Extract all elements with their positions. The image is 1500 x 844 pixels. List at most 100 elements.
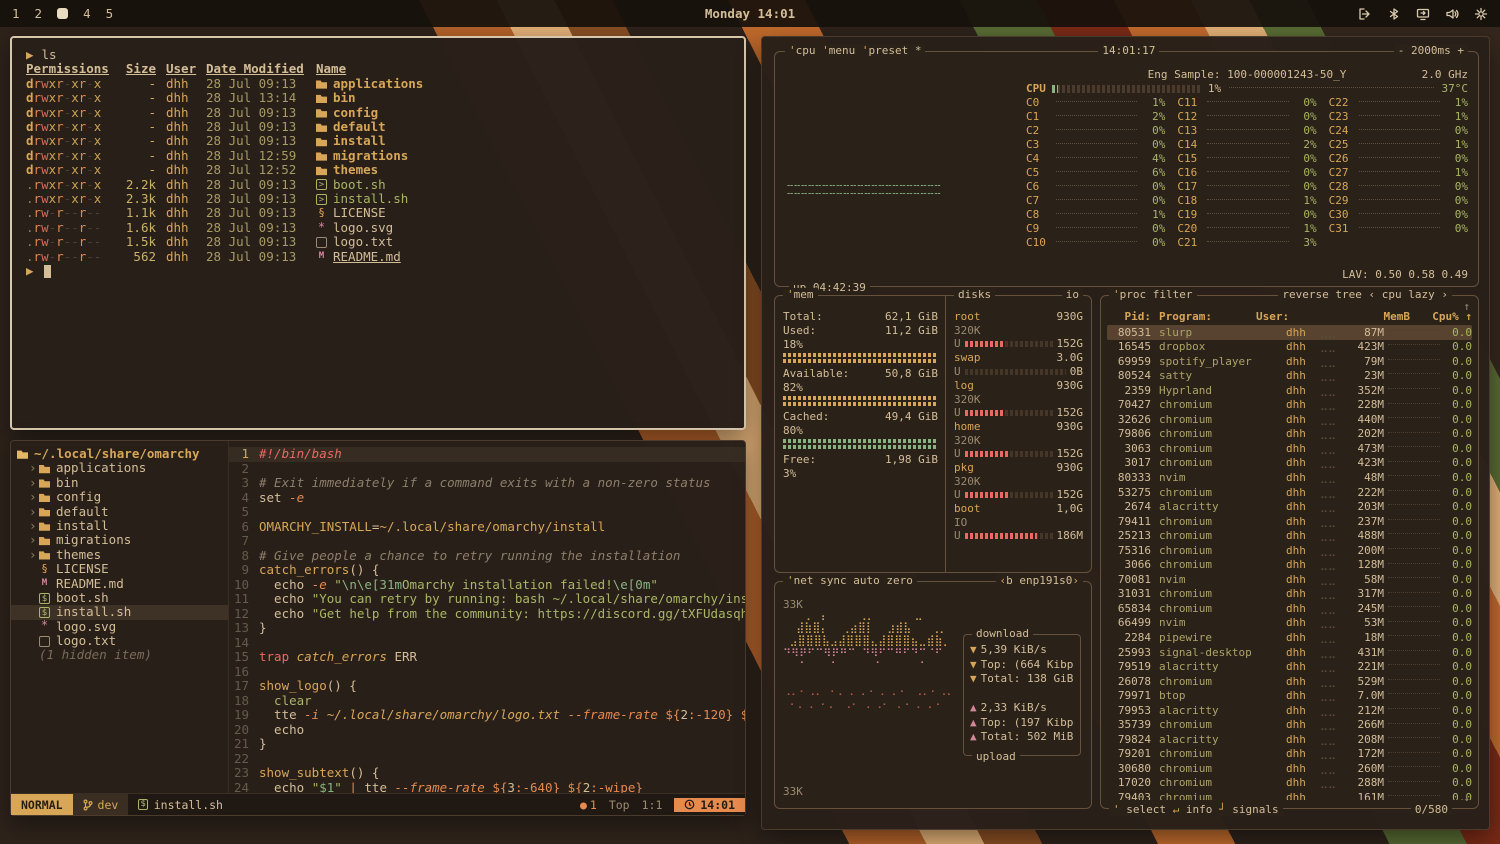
process-row[interactable]: 17020chromiumdhh⣀⣀288M0.0 (1107, 776, 1472, 791)
process-row[interactable]: 32626chromiumdhh⣀⣀440M0.0 (1107, 412, 1472, 427)
process-row[interactable]: 31031chromiumdhh⣀⣀317M0.0 (1107, 587, 1472, 602)
process-row[interactable]: 25993signal-desktopdhh⣀⣀431M0.0 (1107, 645, 1472, 660)
tree-item[interactable]: ›applications (11, 461, 228, 475)
process-row[interactable]: 3063chromiumdhh⣀⣀473M0.0 (1107, 441, 1472, 456)
screen-share-icon[interactable] (1415, 6, 1430, 21)
net-menu-sync[interactable]: sync (820, 574, 853, 587)
workspace-4[interactable]: 4 (83, 6, 91, 21)
clock: Monday 14:01 (0, 6, 1500, 21)
process-row[interactable]: 80531slurpdhh⣀⣀87M0.0 (1107, 325, 1472, 340)
terminal-window[interactable]: ▶lsPermissionsSizeUserDate ModifiedNamed… (10, 36, 746, 430)
volume-icon[interactable] (1444, 6, 1459, 21)
process-table-header[interactable]: Pid:Program:User:MemBCpu% ↑ (1107, 310, 1472, 325)
file-name[interactable]: config (333, 106, 378, 120)
cpu-time: 14:01:17 (1098, 44, 1159, 58)
workspace-2[interactable]: 2 (35, 6, 43, 21)
proc-hint-signals[interactable]: ┘ signals (1219, 803, 1279, 816)
proc-hint-select[interactable]: ' select (1113, 803, 1173, 816)
tree-item[interactable]: ›bin (11, 476, 228, 490)
process-row[interactable]: 2674alacrittydhh⣀⣀203M0.0 (1107, 500, 1472, 515)
file-name[interactable]: themes (333, 163, 378, 177)
core-c23: C231% (1329, 110, 1468, 124)
process-row[interactable]: 75316chromiumdhh⣀⣀200M0.0 (1107, 543, 1472, 558)
workspace-1[interactable]: 1 (12, 6, 20, 21)
scroll-up-arrow[interactable]: ↑ (1463, 300, 1470, 314)
workspace-5[interactable]: 5 (106, 6, 114, 21)
process-row[interactable]: 66499nvimdhh⣀⣀53M0.0 (1107, 616, 1472, 631)
process-row[interactable]: 30680chromiumdhh⣀⣀260M0.0 (1107, 761, 1472, 776)
process-row[interactable]: 79403chromiumdhh⣀⣀161M0.0 (1107, 791, 1472, 801)
file-name[interactable]: boot.sh (333, 178, 386, 192)
net-menu-zero[interactable]: zero (886, 574, 913, 587)
process-row[interactable]: 2359Hyprlanddhh⣀⣀352M0.0 (1107, 383, 1472, 398)
core-grid: C01%C12%C20%C30%C44%C56%C60%C70%C81%C90%… (1026, 96, 1468, 268)
tree-item[interactable]: ›themes (11, 548, 228, 562)
process-row[interactable]: 79519alacrittydhh⣀⣀221M0.0 (1107, 660, 1472, 675)
file-name[interactable]: default (333, 120, 386, 134)
process-row[interactable]: 80524sattydhh⣀⣀23M0.0 (1107, 369, 1472, 384)
process-row[interactable]: 16545dropboxdhh⣀⣀423M0.0 (1107, 340, 1472, 355)
process-row[interactable]: 70427chromiumdhh⣀⣀228M0.0 (1107, 398, 1472, 413)
workspace-active-indicator[interactable] (57, 8, 68, 19)
file-name[interactable]: install (333, 134, 386, 148)
tree-item[interactable]: ›migrations (11, 533, 228, 547)
file-name[interactable]: LICENSE (333, 206, 386, 220)
process-row[interactable]: 70081nvimdhh⣀⣀58M0.0 (1107, 572, 1472, 587)
file-name[interactable]: logo.txt (333, 235, 393, 249)
process-row[interactable]: 79806chromiumdhh⣀⣀202M0.0 (1107, 427, 1472, 442)
tree-item[interactable]: MREADME.md (11, 577, 228, 591)
bluetooth-icon[interactable] (1386, 6, 1401, 21)
settings-gear-icon[interactable] (1473, 6, 1488, 21)
file-name[interactable]: README.md (333, 250, 401, 264)
proc-option-cpulazy[interactable]: ‹ cpu lazy › (1369, 288, 1448, 301)
logout-icon[interactable] (1357, 6, 1372, 21)
process-row[interactable]: 3017chromiumdhh⣀⣀423M0.0 (1107, 456, 1472, 471)
tree-item[interactable]: ›config (11, 490, 228, 504)
editor-window[interactable]: ~/.local/share/omarchy›applications›bin›… (10, 440, 746, 816)
process-row[interactable]: 35739chromiumdhh⣀⣀266M0.0 (1107, 718, 1472, 733)
process-row[interactable]: 79824alacrittydhh⣀⣀208M0.0 (1107, 732, 1472, 747)
io-toggle[interactable]: io (1062, 288, 1083, 302)
process-row[interactable]: 26078chromiumdhh⣀⣀529M0.0 (1107, 674, 1472, 689)
process-row[interactable]: 53275chromiumdhh⣀⣀222M0.0 (1107, 485, 1472, 500)
net-interface[interactable]: ‹b enp191s0› (996, 574, 1083, 588)
process-row[interactable]: 79953alacrittydhh⣀⣀212M0.0 (1107, 703, 1472, 718)
tree-item[interactable]: ~/.local/share/omarchy (11, 447, 228, 461)
process-row[interactable]: 79201chromiumdhh⣀⣀172M0.0 (1107, 747, 1472, 762)
cpu-update-interval[interactable]: - 2000ms + (1394, 44, 1468, 58)
tree-item[interactable]: logo.txt (11, 634, 228, 648)
tree-item[interactable]: $boot.sh (11, 591, 228, 605)
process-row[interactable]: 79971btopdhh⣀⣀7.0M0.0 (1107, 689, 1472, 704)
proc-hint-info[interactable]: ↵ info (1173, 803, 1219, 816)
proc-option-reverse[interactable]: reverse (1282, 288, 1335, 301)
process-row[interactable]: 65834chromiumdhh⣀⣀245M0.0 (1107, 601, 1472, 616)
tree-item[interactable]: *logo.svg (11, 620, 228, 634)
command-text: ls (42, 48, 57, 62)
net-menu-net[interactable]: 'net (787, 574, 820, 587)
code-editor[interactable]: 1#!/bin/bash23# Exit immediately if a co… (229, 441, 745, 793)
disks-title[interactable]: disks (954, 288, 995, 302)
file-name[interactable]: install.sh (333, 192, 408, 206)
network-panel: 'net sync auto zero ‹b enp191s0› 33K 33K… (774, 581, 1092, 809)
system-monitor-window[interactable]: 'cpu 'menu 'preset * 14:01:17 - 2000ms +… (761, 36, 1490, 830)
process-row[interactable]: 69959spotify_playerdhh⣀⣀79M0.0 (1107, 354, 1472, 369)
file-name[interactable]: applications (333, 77, 423, 91)
process-row[interactable]: 2284pipewiredhh⣀⣀18M0.0 (1107, 630, 1472, 645)
process-row[interactable]: 3066chromiumdhh⣀⣀128M0.0 (1107, 558, 1472, 573)
tree-item[interactable]: (1 hidden item) (11, 648, 228, 662)
proc-menu-proc[interactable]: 'proc (1113, 288, 1153, 301)
tree-item[interactable]: §LICENSE (11, 562, 228, 576)
process-row[interactable]: 80333nvimdhh⣀⣀48M0.0 (1107, 470, 1472, 485)
net-menu-auto[interactable]: auto (853, 574, 886, 587)
file-name[interactable]: bin (333, 91, 356, 105)
process-row[interactable]: 79411chromiumdhh⣀⣀237M0.0 (1107, 514, 1472, 529)
file-name[interactable]: migrations (333, 149, 408, 163)
proc-menu-filter[interactable]: filter (1153, 288, 1193, 301)
line-number: 24 (229, 781, 259, 794)
tree-item[interactable]: ›install (11, 519, 228, 533)
file-name[interactable]: logo.svg (333, 221, 393, 235)
proc-option-tree[interactable]: tree (1335, 288, 1368, 301)
scroll-down-arrow[interactable]: ↓ (1463, 791, 1470, 805)
process-row[interactable]: 25213chromiumdhh⣀⣀488M0.0 (1107, 529, 1472, 544)
tree-item[interactable]: ›default (11, 505, 228, 519)
